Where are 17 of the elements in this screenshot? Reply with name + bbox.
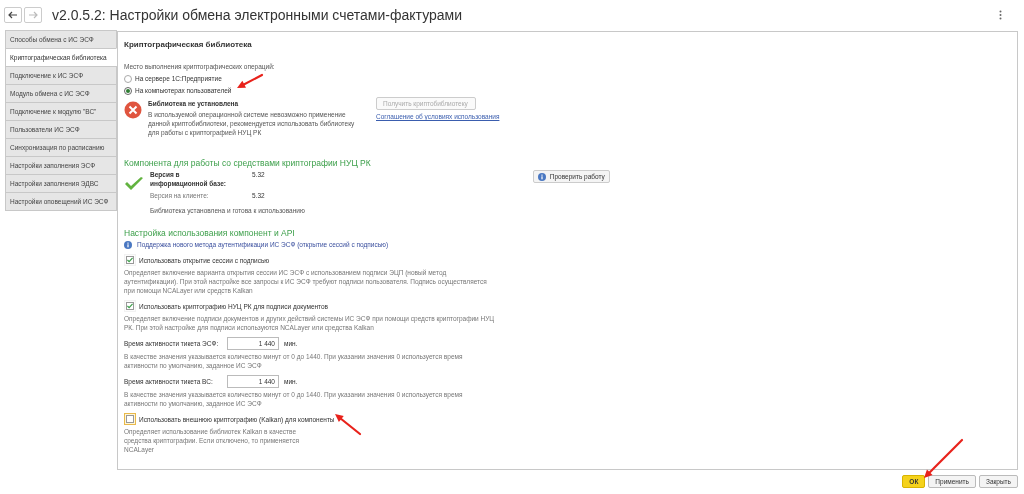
radio-button[interactable] [124,86,132,95]
check-icon [124,176,144,191]
info-icon [124,240,132,249]
annotation-arrow [237,73,264,88]
annotation-arrow [924,438,964,478]
section-heading: Компонента для работы со средствами криптографии НУЦ РК [124,159,372,168]
more-menu-icon[interactable] [999,10,1002,20]
error-icon [124,101,142,119]
info-icon [537,172,546,181]
annotation-arrow [335,414,362,436]
back-button[interactable] [4,7,22,23]
back-arrow-icon [8,11,18,19]
radio-button[interactable] [124,74,132,83]
window-title: v2.0.5.2: Настройки обмена электронными счетами-фактурами [52,5,462,25]
section-heading: Настройка использования компонент и API [124,229,296,238]
panel-title: Криптографическая библиотека [124,40,253,49]
forward-arrow-icon [28,11,38,19]
